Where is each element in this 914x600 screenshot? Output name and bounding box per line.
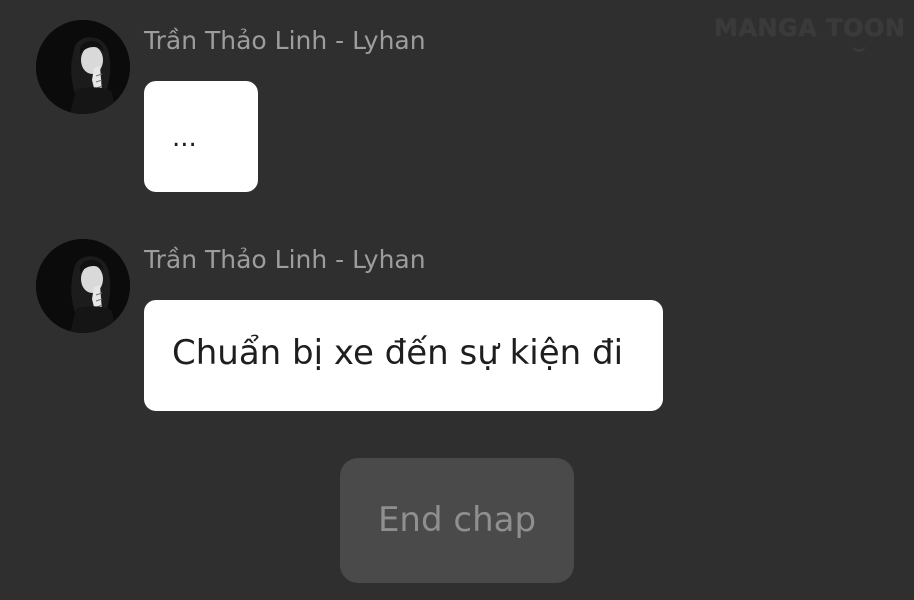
profile-photo-icon: [36, 239, 130, 333]
watermark-text: MANGA TOON: [714, 14, 906, 42]
message-bubble: Chuẩn bị xe đến sự kiện đi: [144, 300, 663, 411]
watermark-smile-icon: [852, 42, 866, 52]
avatar[interactable]: [36, 20, 130, 114]
message-bubble: ...: [144, 81, 258, 192]
profile-photo-icon: [36, 20, 130, 114]
sender-name: Trần Thảo Linh - Lyhan: [144, 245, 426, 274]
chat-screen: MANGA TOON Trần Thảo Linh - Lyhan ... Tr…: [0, 0, 914, 600]
avatar[interactable]: [36, 239, 130, 333]
watermark-logo: MANGA TOON: [714, 14, 906, 54]
sender-name: Trần Thảo Linh - Lyhan: [144, 26, 426, 55]
end-chap-button[interactable]: End chap: [340, 458, 574, 583]
